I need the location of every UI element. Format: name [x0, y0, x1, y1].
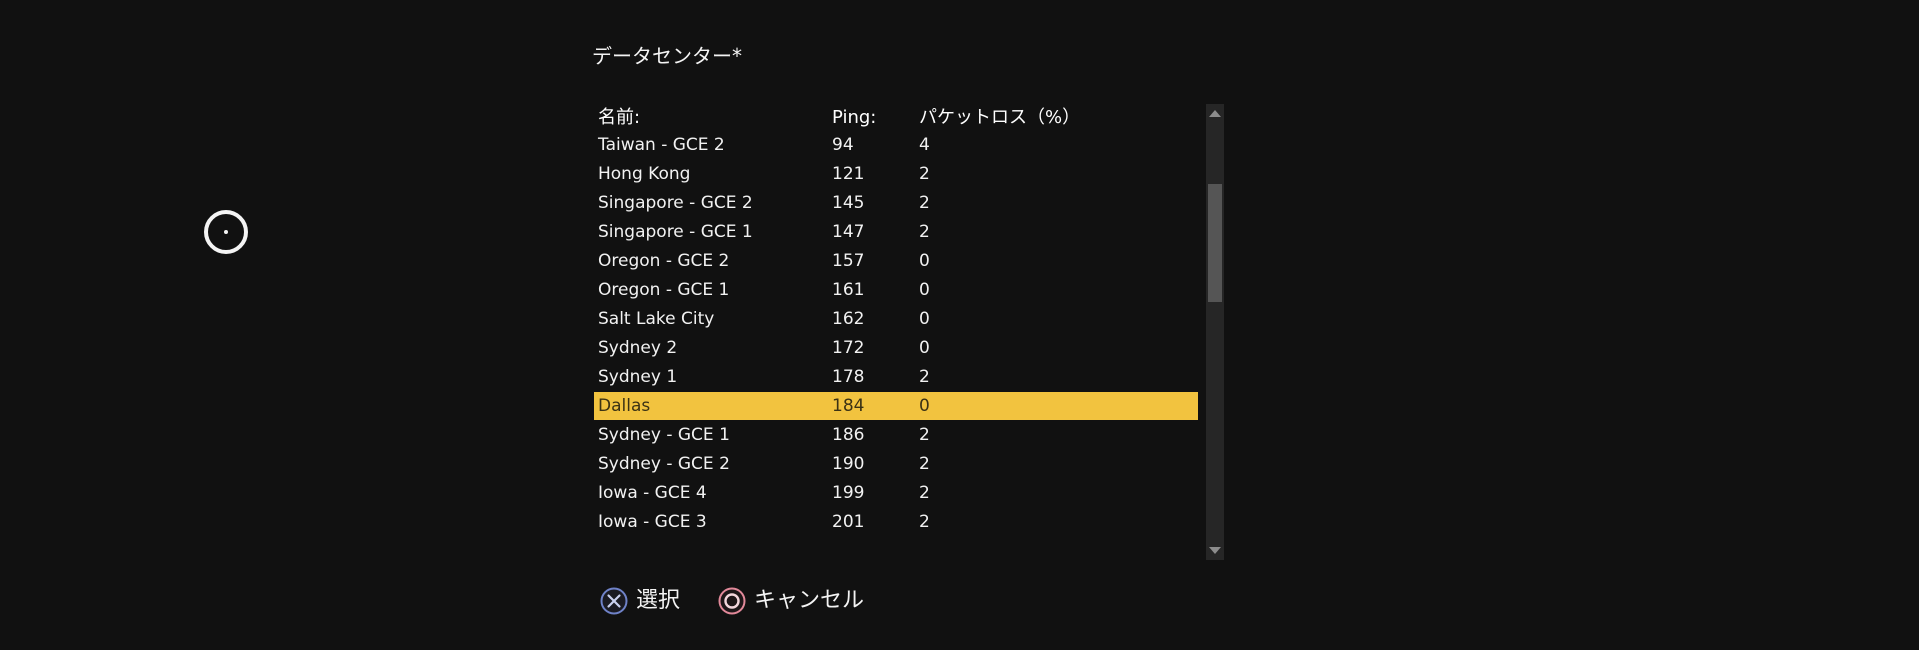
header-name: 名前: — [598, 107, 641, 128]
datacenter-panel: 名前: Ping: パケットロス（%） Taiwan - GCE 2 94 4 … — [592, 104, 1224, 560]
list-scrollbar[interactable] — [1206, 104, 1224, 560]
row-packet-loss: 2 — [919, 193, 930, 213]
scroll-up-icon[interactable] — [1209, 110, 1221, 117]
table-row[interactable]: Sydney - GCE 1 186 2 — [594, 421, 1198, 449]
datacenter-screen: データセンター* 名前: Ping: パケットロス（%） Taiwan - GC… — [0, 0, 1919, 650]
row-ping: 190 — [832, 454, 865, 474]
table-row[interactable]: Iowa - GCE 4 199 2 — [594, 479, 1198, 507]
circle-button-icon — [718, 587, 746, 615]
row-ping: 94 — [832, 135, 854, 155]
row-packet-loss: 2 — [919, 425, 930, 445]
row-packet-loss: 0 — [919, 251, 930, 271]
table-row[interactable]: Taiwan - GCE 2 94 4 — [594, 131, 1198, 159]
row-name: Iowa - GCE 4 — [598, 483, 707, 503]
row-ping: 147 — [832, 222, 865, 242]
table-row[interactable]: Oregon - GCE 1 161 0 — [594, 276, 1198, 304]
row-ping: 178 — [832, 367, 865, 387]
row-ping: 145 — [832, 193, 865, 213]
row-name: Oregon - GCE 1 — [598, 280, 730, 300]
row-packet-loss: 2 — [919, 222, 930, 242]
row-name: Dallas — [598, 396, 651, 416]
table-row[interactable]: Oregon - GCE 2 157 0 — [594, 247, 1198, 275]
row-ping: 201 — [832, 512, 865, 532]
row-name: Sydney - GCE 1 — [598, 425, 730, 445]
row-ping: 161 — [832, 280, 865, 300]
row-name: Iowa - GCE 3 — [598, 512, 707, 532]
table-row[interactable]: Sydney 2 172 0 — [594, 334, 1198, 362]
row-packet-loss: 4 — [919, 135, 930, 155]
row-packet-loss: 0 — [919, 338, 930, 358]
select-label: 選択 — [636, 588, 681, 613]
row-packet-loss: 0 — [919, 396, 930, 416]
cursor-ring-icon — [204, 210, 248, 254]
scroll-down-icon[interactable] — [1209, 547, 1221, 554]
row-name: Sydney - GCE 2 — [598, 454, 730, 474]
table-row[interactable]: Singapore - GCE 1 147 2 — [594, 218, 1198, 246]
table-row[interactable]: Hong Kong 121 2 — [594, 160, 1198, 188]
row-ping: 184 — [832, 396, 865, 416]
table-row-selected[interactable]: Dallas 184 0 — [594, 392, 1198, 420]
row-name: Salt Lake City — [598, 309, 715, 329]
scroll-thumb[interactable] — [1208, 184, 1222, 302]
row-ping: 121 — [832, 164, 865, 184]
row-packet-loss: 2 — [919, 164, 930, 184]
page-title: データセンター* — [592, 44, 742, 68]
row-name: Taiwan - GCE 2 — [598, 135, 725, 155]
row-packet-loss: 0 — [919, 309, 930, 329]
table-header: 名前: Ping: パケットロス（%） — [594, 104, 1198, 132]
row-name: Hong Kong — [598, 164, 691, 184]
table-row[interactable]: Sydney 1 178 2 — [594, 363, 1198, 391]
row-name: Sydney 1 — [598, 367, 678, 387]
row-name: Singapore - GCE 1 — [598, 222, 753, 242]
cursor-dot — [224, 230, 228, 234]
row-packet-loss: 2 — [919, 454, 930, 474]
datacenter-list[interactable]: 名前: Ping: パケットロス（%） Taiwan - GCE 2 94 4 … — [592, 104, 1202, 560]
row-packet-loss: 2 — [919, 483, 930, 503]
row-ping: 199 — [832, 483, 865, 503]
table-row[interactable]: Sydney - GCE 2 190 2 — [594, 450, 1198, 478]
row-ping: 172 — [832, 338, 865, 358]
header-ping: Ping: — [832, 107, 877, 128]
table-row[interactable]: Iowa - GCE 3 201 2 — [594, 508, 1198, 536]
cross-button-icon — [600, 587, 628, 615]
row-packet-loss: 2 — [919, 367, 930, 387]
row-packet-loss: 2 — [919, 512, 930, 532]
row-ping: 186 — [832, 425, 865, 445]
cancel-label: キャンセル — [754, 588, 865, 613]
table-row[interactable]: Singapore - GCE 2 145 2 — [594, 189, 1198, 217]
row-name: Singapore - GCE 2 — [598, 193, 753, 213]
row-name: Sydney 2 — [598, 338, 678, 358]
header-packet-loss: パケットロス（%） — [919, 107, 1081, 128]
row-packet-loss: 0 — [919, 280, 930, 300]
row-ping: 157 — [832, 251, 865, 271]
row-ping: 162 — [832, 309, 865, 329]
table-row[interactable]: Salt Lake City 162 0 — [594, 305, 1198, 333]
row-name: Oregon - GCE 2 — [598, 251, 730, 271]
